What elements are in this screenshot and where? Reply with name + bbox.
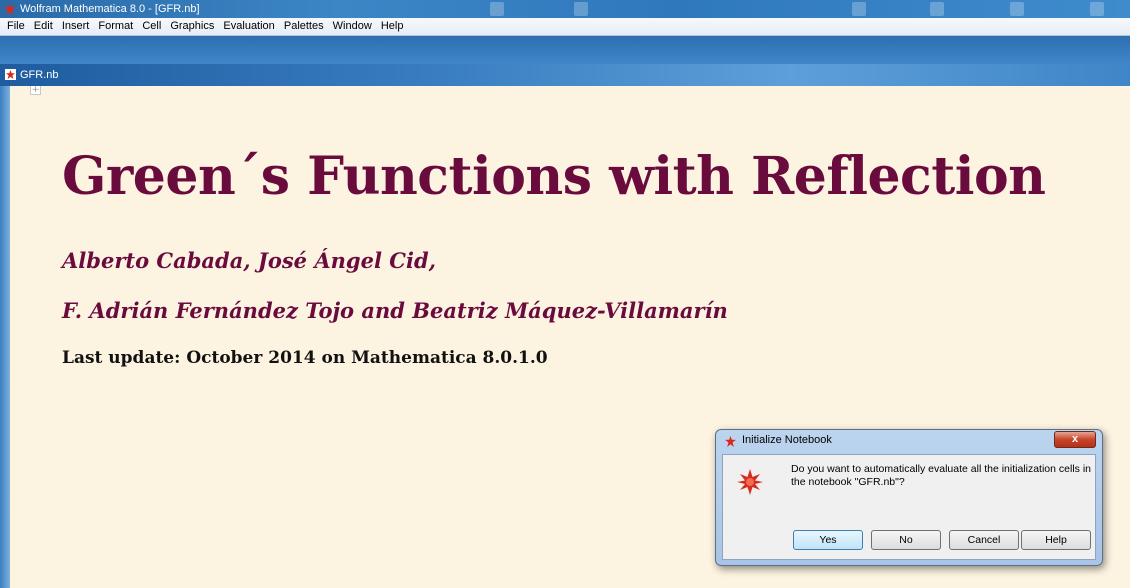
yes-button[interactable]: Yes (793, 530, 863, 550)
cell-insertion-plus-icon[interactable]: + (30, 86, 41, 95)
mathematica-star-icon (737, 469, 763, 495)
desktop-background (0, 36, 1130, 64)
app-title-bar[interactable]: Wolfram Mathematica 8.0 - [GFR.nb] (0, 0, 1130, 18)
menu-palettes[interactable]: Palettes (281, 18, 327, 35)
menu-format[interactable]: Format (95, 18, 136, 35)
desktop-icon (930, 2, 944, 16)
menu-insert[interactable]: Insert (59, 18, 93, 35)
desktop-icon (852, 2, 866, 16)
window-border (0, 86, 10, 588)
notebook-title-cell: Green´s Functions with Reflection (62, 146, 1046, 207)
no-button[interactable]: No (871, 530, 941, 550)
desktop-icon (490, 2, 504, 16)
dialog-title: Initialize Notebook (742, 434, 832, 446)
menu-window[interactable]: Window (330, 18, 375, 35)
app-title: Wolfram Mathematica 8.0 - [GFR.nb] (20, 3, 200, 15)
desktop-icon (574, 2, 588, 16)
cancel-button[interactable]: Cancel (949, 530, 1019, 550)
authors-line-2: F. Adrián Fernández Tojo and Beatriz Máq… (62, 298, 728, 323)
dialog-body: Do you want to automatically evaluate al… (722, 454, 1096, 560)
menu-file[interactable]: File (4, 18, 28, 35)
dialog-message: Do you want to automatically evaluate al… (791, 463, 1091, 488)
mathematica-logo-icon (725, 436, 736, 447)
menu-help[interactable]: Help (378, 18, 407, 35)
help-button[interactable]: Help (1021, 530, 1091, 550)
authors-line-1: Alberto Cabada, José Ángel Cid, (62, 248, 436, 273)
menu-graphics[interactable]: Graphics (167, 18, 217, 35)
notebook-title: GFR.nb (20, 69, 59, 81)
menu-bar: File Edit Insert Format Cell Graphics Ev… (0, 18, 1130, 36)
menu-edit[interactable]: Edit (31, 18, 56, 35)
notebook-icon (5, 69, 16, 80)
dialog-close-button[interactable]: x (1054, 431, 1096, 448)
menu-evaluation[interactable]: Evaluation (220, 18, 277, 35)
desktop-icon (1090, 2, 1104, 16)
last-update-text: Last update: October 2014 on Mathematica… (62, 348, 548, 368)
initialize-notebook-dialog: Initialize Notebook x Do you want to aut… (715, 429, 1103, 566)
menu-cell[interactable]: Cell (139, 18, 164, 35)
desktop-icon (1010, 2, 1024, 16)
notebook-title-bar[interactable]: GFR.nb (0, 64, 1130, 86)
mathematica-logo-icon (4, 3, 16, 15)
